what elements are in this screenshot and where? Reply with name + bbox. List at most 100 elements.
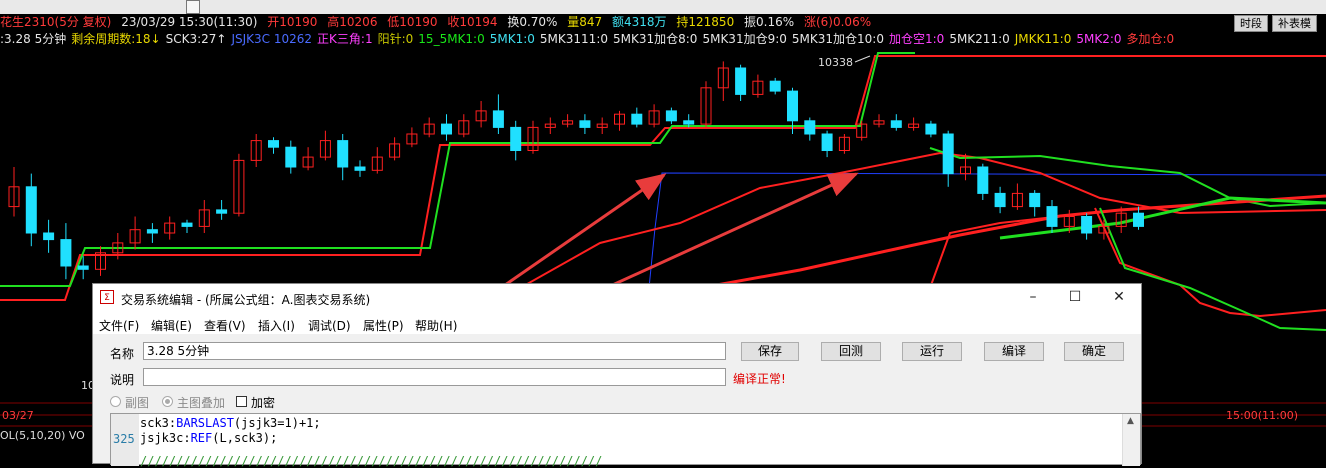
quote-amplitude: 振0.16% (744, 15, 795, 29)
candle-36 (631, 107, 643, 128)
scroll-up-icon[interactable]: ▲ (1127, 416, 1134, 426)
date-axis-label: 03/27 (2, 409, 34, 422)
candle-body (285, 146, 297, 168)
peak-marker-line (854, 55, 871, 63)
candle-34 (596, 117, 608, 134)
quote-high: 高10206 (327, 15, 378, 29)
save-button[interactable]: 保存 (741, 342, 799, 361)
candle-56 (977, 163, 989, 200)
candle-38 (665, 107, 677, 125)
editor-scrollbar[interactable]: ▲ (1122, 414, 1140, 466)
candle-body (665, 110, 677, 122)
candle-49 (856, 120, 868, 141)
subchart-radio[interactable] (110, 396, 121, 407)
candle-50 (873, 114, 885, 128)
indicator-4: 正K三角:1 (317, 32, 373, 46)
trading-system-editor-dialog: Σ 交易系统编辑 - (所属公式组：A.图表交易系统) – ☐ ✕ 文件(F) 编… (92, 283, 1142, 468)
volume-indicator-label: OL(5,10,20) VO (0, 429, 85, 442)
backtest-button[interactable]: 回测 (821, 342, 881, 361)
menu-item-3[interactable]: 插入(I) (258, 317, 295, 334)
close-icon[interactable]: ✕ (1112, 290, 1126, 304)
candle-52 (908, 117, 920, 131)
app-icon: Σ (100, 290, 114, 304)
indicator-5: 阳针:0 (377, 32, 414, 46)
candle-62 (1081, 213, 1093, 240)
candle-15 (268, 137, 279, 154)
name-input[interactable]: 3.28 5分钟 (143, 342, 726, 360)
minimize-icon[interactable]: – (1026, 290, 1040, 304)
candle-10 (181, 219, 193, 233)
candle-body (925, 123, 937, 135)
candle-3 (60, 223, 72, 280)
main-overlay-radio[interactable] (162, 396, 173, 407)
compile-button[interactable]: 编译 (984, 342, 1044, 361)
menu-item-6[interactable]: 帮助(H) (415, 317, 457, 334)
candle-body (1046, 206, 1058, 227)
indicator-9: 5MK31加仓8:0 (613, 32, 698, 46)
candle-body (77, 265, 89, 270)
candle-7 (129, 216, 141, 250)
candle-body (890, 120, 902, 128)
quote-amount: 额4318万 (612, 15, 667, 29)
candle-2 (43, 219, 55, 253)
menu-item-1[interactable]: 编辑(E) (151, 317, 192, 334)
menu-item-2[interactable]: 查看(V) (204, 317, 246, 334)
ok-button[interactable]: 确定 (1064, 342, 1124, 361)
quote-open: 开10190 (267, 15, 318, 29)
candle-28 (492, 94, 504, 134)
time-axis-label: 15:00(11:00) (1226, 409, 1298, 422)
candle-body (268, 140, 279, 148)
indicator-7: 5MK1:0 (489, 32, 535, 46)
period-button[interactable]: 时段 (1234, 15, 1268, 32)
candle-body (354, 166, 366, 171)
encrypt-label: 加密 (251, 396, 276, 410)
candle-21 (371, 147, 383, 174)
indicator-3: JSJK3C 10262 (231, 32, 313, 46)
candle-body (337, 140, 349, 168)
line-number: 325 (113, 432, 135, 446)
instrument-title: 花生2310(5分 复权) (0, 15, 112, 29)
run-button[interactable]: 运行 (902, 342, 962, 361)
candle-body (510, 126, 522, 152)
dialog-titlebar: Σ 交易系统编辑 - (所属公式组：A.图表交易系统) – ☐ ✕ (93, 284, 1141, 314)
candle-47 (821, 130, 833, 158)
menu-item-5[interactable]: 属性(P) (363, 317, 404, 334)
subchart-label: 副图 (125, 396, 150, 410)
candle-53 (925, 120, 937, 138)
candle-body (579, 120, 591, 128)
table-button[interactable]: 补表模 (1272, 15, 1317, 32)
candle-body (492, 110, 504, 128)
quote-close: 收10194 (447, 15, 498, 29)
candle-body (216, 209, 228, 214)
indicator-row: :3.28 5分钟 剩余周期数:18↓ SCK3:27↑ JSJK3C 10262 正K… (0, 31, 1326, 48)
candle-57 (994, 186, 1006, 214)
candle-9 (164, 216, 176, 240)
candle-16 (285, 140, 297, 174)
indicator-11: 5MK31加仓10:0 (791, 32, 884, 46)
candle-body (1081, 216, 1093, 234)
candle-51 (890, 114, 902, 131)
candle-8 (146, 223, 158, 243)
code-editor[interactable]: 325 sck3:BARSLAST(jsjk3=1)+1; jsjk3c:REF… (110, 413, 1141, 468)
indicator-16: 多加仓:0 (1126, 32, 1175, 46)
menu-item-4[interactable]: 调试(D) (308, 317, 351, 334)
candle-20 (354, 160, 366, 177)
candle-body (60, 239, 72, 267)
candlesticks (8, 61, 1144, 280)
code-comment-line: ////////////////////////////////////////… (140, 454, 603, 468)
candle-24 (423, 117, 435, 138)
candle-32 (562, 114, 574, 128)
candle-body (146, 229, 158, 234)
quote-low: 低10190 (387, 15, 438, 29)
candle-14 (250, 134, 262, 167)
candle-46 (804, 117, 816, 141)
code-line-1: sck3:BARSLAST(jsjk3=1)+1; (140, 416, 321, 430)
encrypt-checkbox[interactable] (236, 396, 247, 407)
candle-11 (198, 200, 210, 233)
quote-header: 花生2310(5分 复权) 23/03/29 15:30(11:30) 开101… (0, 14, 1326, 31)
menu-item-0[interactable]: 文件(F) (99, 317, 139, 334)
desc-input[interactable] (143, 368, 726, 386)
toolbar-box[interactable] (186, 0, 200, 14)
candle-18 (319, 130, 331, 161)
maximize-icon[interactable]: ☐ (1068, 290, 1082, 304)
